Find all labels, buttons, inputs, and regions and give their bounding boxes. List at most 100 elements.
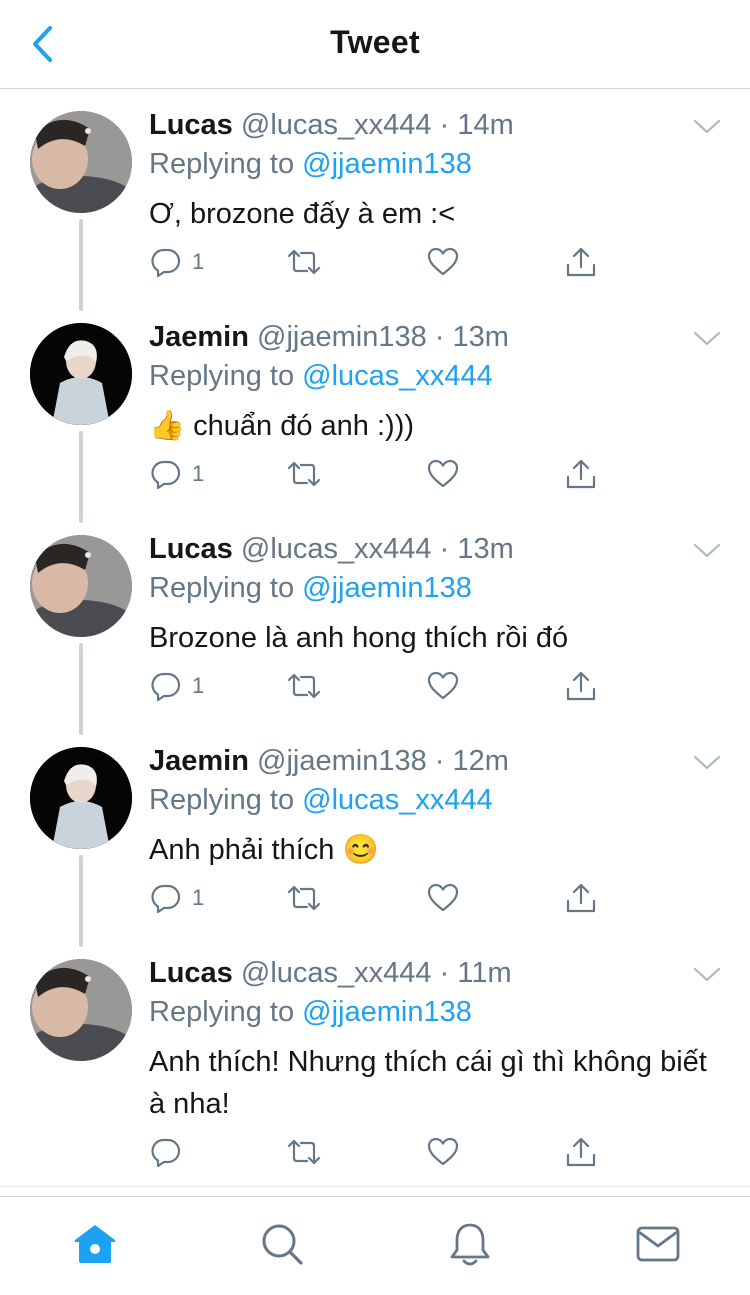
bell-icon: [450, 1223, 490, 1266]
avatar[interactable]: [30, 535, 132, 637]
author-handle[interactable]: @jjaemin138: [257, 745, 427, 777]
tweet-actions: 1: [150, 454, 610, 494]
timestamp[interactable]: 11m: [457, 957, 511, 989]
like-button[interactable]: [426, 666, 460, 706]
share-icon: [566, 247, 596, 277]
timestamp[interactable]: 14m: [457, 109, 513, 141]
tweet-menu-button[interactable]: [692, 541, 722, 561]
retweet-button[interactable]: [286, 242, 322, 282]
tweet-menu-button[interactable]: [692, 329, 722, 349]
share-button[interactable]: [564, 454, 598, 494]
chevron-down-icon: [693, 119, 721, 134]
replying-to-link[interactable]: @jjaemin138: [302, 148, 472, 180]
chevron-down-icon: [693, 967, 721, 982]
author-name[interactable]: Jaemin: [149, 745, 249, 777]
chevron-down-icon: [693, 543, 721, 558]
tweet-text: 👍 chuẩn đó anh :))): [149, 410, 415, 442]
retweet-button[interactable]: [286, 1132, 322, 1172]
tab-notifications[interactable]: [445, 1219, 495, 1269]
like-button[interactable]: [426, 242, 460, 282]
like-button[interactable]: [426, 878, 460, 918]
timestamp[interactable]: 13m: [453, 321, 509, 353]
mail-icon: [636, 1226, 680, 1262]
share-button[interactable]: [564, 878, 598, 918]
timestamp[interactable]: 13m: [457, 533, 513, 565]
author-name[interactable]: Lucas: [149, 533, 233, 565]
author-handle[interactable]: @jjaemin138: [257, 321, 427, 353]
author-name[interactable]: Lucas: [149, 109, 233, 141]
replying-to-link[interactable]: @jjaemin138: [302, 996, 472, 1028]
tweet-text: Anh phải thích 😊: [149, 834, 379, 866]
reply-count: 1: [192, 461, 205, 486]
page-title: Tweet: [330, 24, 420, 60]
avatar[interactable]: [30, 323, 132, 425]
heart-icon: [427, 459, 459, 488]
replying-to-link[interactable]: @lucas_xx444: [302, 784, 493, 816]
tweet-menu-button[interactable]: [692, 753, 722, 773]
share-button[interactable]: [564, 242, 598, 282]
reply-count: 1: [192, 249, 205, 274]
replying-to: Replying to @lucas_xx444: [149, 782, 493, 818]
separator-dot: ·: [439, 957, 450, 989]
replying-to-link[interactable]: @jjaemin138: [302, 572, 472, 604]
thread-line: [79, 431, 83, 523]
retweet-icon: [287, 249, 321, 275]
reply-button[interactable]: 1: [150, 242, 204, 282]
reply-count: 1: [192, 673, 205, 698]
avatar[interactable]: [30, 111, 132, 213]
author-handle[interactable]: @lucas_xx444: [241, 109, 432, 141]
top-bar: Tweet: [0, 0, 750, 89]
tweet[interactable]: Lucas @lucas_xx444 · 13m Replying to @jj…: [0, 513, 750, 735]
replying-label: Replying to: [149, 996, 295, 1028]
retweet-button[interactable]: [286, 454, 322, 494]
separator-dot: ·: [434, 321, 445, 353]
tweet[interactable]: Lucas @lucas_xx444 · 14m Replying to @jj…: [0, 89, 750, 311]
tweet-menu-button[interactable]: [692, 117, 722, 137]
avatar[interactable]: [30, 959, 132, 1061]
author-name[interactable]: Lucas: [149, 957, 233, 989]
like-button[interactable]: [426, 454, 460, 494]
tweet-thread: Lucas @lucas_xx444 · 14m Replying to @jj…: [0, 89, 750, 1207]
chevron-down-icon: [693, 331, 721, 346]
heart-icon: [427, 1137, 459, 1166]
author-name[interactable]: Jaemin: [149, 321, 249, 353]
chevron-down-icon: [693, 755, 721, 770]
reply-count: 1: [192, 885, 205, 910]
timestamp[interactable]: 12m: [453, 745, 509, 777]
replying-label: Replying to: [149, 572, 295, 604]
reply-button[interactable]: 1: [150, 878, 204, 918]
author-handle[interactable]: @lucas_xx444: [241, 533, 432, 565]
reply-button[interactable]: [150, 1132, 192, 1172]
heart-icon: [427, 247, 459, 276]
retweet-button[interactable]: [286, 878, 322, 918]
replying-label: Replying to: [149, 148, 295, 180]
author-handle[interactable]: @lucas_xx444: [241, 957, 432, 989]
heart-icon: [427, 883, 459, 912]
reply-icon: [151, 672, 181, 702]
reply-button[interactable]: 1: [150, 454, 204, 494]
reply-button[interactable]: 1: [150, 666, 204, 706]
retweet-icon: [287, 885, 321, 911]
separator-dot: ·: [439, 533, 450, 565]
separator-dot: ·: [439, 109, 450, 141]
like-button[interactable]: [426, 1132, 460, 1172]
retweet-icon: [287, 673, 321, 699]
share-icon: [566, 883, 596, 913]
thread-line: [79, 855, 83, 947]
retweet-button[interactable]: [286, 666, 322, 706]
tweet[interactable]: Jaemin @jjaemin138 · 12m Replying to @lu…: [0, 725, 750, 947]
replying-to-link[interactable]: @lucas_xx444: [302, 360, 493, 392]
replying-to: Replying to @jjaemin138: [149, 994, 472, 1030]
tweet[interactable]: Lucas @lucas_xx444 · 11m Replying to @jj…: [0, 937, 750, 1207]
share-icon: [566, 459, 596, 489]
tweet[interactable]: Jaemin @jjaemin138 · 13m Replying to @lu…: [0, 301, 750, 523]
search-icon: [262, 1224, 303, 1265]
tweet-menu-button[interactable]: [692, 965, 722, 985]
tab-search[interactable]: [257, 1219, 307, 1269]
share-button[interactable]: [564, 1132, 598, 1172]
avatar[interactable]: [30, 747, 132, 849]
tab-messages[interactable]: [633, 1219, 683, 1269]
share-icon: [566, 671, 596, 701]
share-button[interactable]: [564, 666, 598, 706]
tab-home[interactable]: [70, 1219, 120, 1269]
